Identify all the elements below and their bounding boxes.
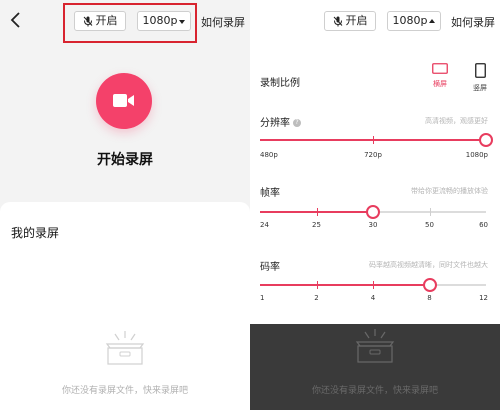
- framerate-label: 帧率: [260, 188, 280, 199]
- slider-tick-label[interactable]: 480p: [260, 151, 278, 159]
- slider-tick[interactable]: [316, 281, 318, 289]
- slider-tick-label[interactable]: 60: [479, 221, 488, 229]
- slider-tick[interactable]: [373, 136, 374, 144]
- slider-thumb[interactable]: [366, 205, 380, 219]
- empty-box-icon: [105, 331, 145, 365]
- portrait-option-label: 竖屏: [473, 84, 487, 92]
- bitrate-label: 码率: [260, 262, 280, 273]
- resolution-slider[interactable]: [260, 133, 493, 147]
- slider-tick-label[interactable]: 25: [312, 221, 321, 229]
- video-camera-icon: [113, 94, 134, 107]
- my-recordings-card: 我的录屏 你还没有录屏文件，快来录屏吧: [0, 202, 250, 410]
- mic-toggle-label: 开启: [345, 14, 368, 27]
- slider-tick-label[interactable]: 4: [371, 294, 375, 302]
- framerate-hint: 带给你更流畅的播放体验: [411, 187, 488, 195]
- empty-box-icon: [355, 329, 395, 363]
- slider-tick-label[interactable]: 30: [369, 221, 378, 229]
- landscape-screen-icon: [432, 63, 448, 74]
- slider-thumb[interactable]: [422, 278, 437, 292]
- start-record-button[interactable]: [96, 73, 152, 129]
- resolution-dropdown-label: 1080p: [392, 14, 428, 27]
- framerate-slider[interactable]: [260, 205, 486, 219]
- bitrate-slider[interactable]: [260, 278, 486, 292]
- portrait-screen-icon: [474, 63, 486, 78]
- empty-recordings-text: 你还没有录屏文件，快来录屏吧: [61, 386, 188, 396]
- aspect-ratio-label: 录制比例: [260, 78, 300, 89]
- my-recordings-title: 我的录屏: [11, 226, 60, 240]
- how-to-record-link[interactable]: 如何录屏: [201, 14, 245, 30]
- start-record-label: 开始录屏: [97, 152, 153, 168]
- back-arrow-icon[interactable]: [8, 11, 24, 29]
- slider-fill: [260, 284, 430, 286]
- slider-thumb[interactable]: [479, 133, 493, 147]
- mic-toggle-button[interactable]: 开启: [324, 11, 376, 31]
- right-pane: 开启 1080p 如何录屏 录制比例 横屏 竖屏 分辨率? 高清视频，观感更好 …: [250, 0, 500, 410]
- how-to-record-link[interactable]: 如何录屏: [451, 14, 495, 30]
- slider-tick-label[interactable]: 720p: [364, 151, 382, 159]
- empty-recordings-text: 你还没有录屏文件，快来录屏吧: [311, 386, 438, 396]
- caret-up-icon: [429, 19, 436, 23]
- slider-tick[interactable]: [316, 208, 318, 216]
- resolution-label-text: 分辨率: [260, 118, 290, 129]
- slider-tick[interactable]: [373, 281, 374, 289]
- dimmed-overlay[interactable]: 你还没有录屏文件，快来录屏吧: [250, 324, 500, 410]
- slider-tick-label[interactable]: 8: [427, 294, 431, 302]
- slider-tick-label[interactable]: 1080p: [466, 151, 488, 159]
- annotation-highlight-box: [63, 3, 197, 43]
- slider-tick-label[interactable]: 2: [314, 294, 318, 302]
- portrait-option[interactable]: 竖屏: [465, 63, 495, 93]
- left-pane: 开启 1080p 如何录屏 开始录屏 我的录屏 你还没有录屏文件，快来录屏吧: [0, 0, 250, 410]
- landscape-option-label: 横屏: [433, 80, 447, 88]
- resolution-hint: 高清视频，观感更好: [425, 117, 488, 125]
- slider-tick-label[interactable]: 24: [260, 221, 269, 229]
- slider-tick-label[interactable]: 1: [260, 294, 264, 302]
- resolution-label: 分辨率?: [260, 114, 301, 129]
- help-circle-icon[interactable]: ?: [293, 119, 301, 127]
- bitrate-hint: 码率越高视频越清晰，同时文件也越大: [369, 261, 488, 269]
- slider-tick-label[interactable]: 50: [425, 221, 434, 229]
- resolution-dropdown[interactable]: 1080p: [387, 11, 441, 31]
- slider-tick[interactable]: [429, 208, 431, 216]
- slider-tick-label[interactable]: 12: [479, 294, 488, 302]
- left-top-bar: 开启 1080p 如何录屏: [0, 0, 250, 43]
- mic-off-icon: [333, 16, 342, 27]
- landscape-option[interactable]: 横屏: [425, 63, 455, 89]
